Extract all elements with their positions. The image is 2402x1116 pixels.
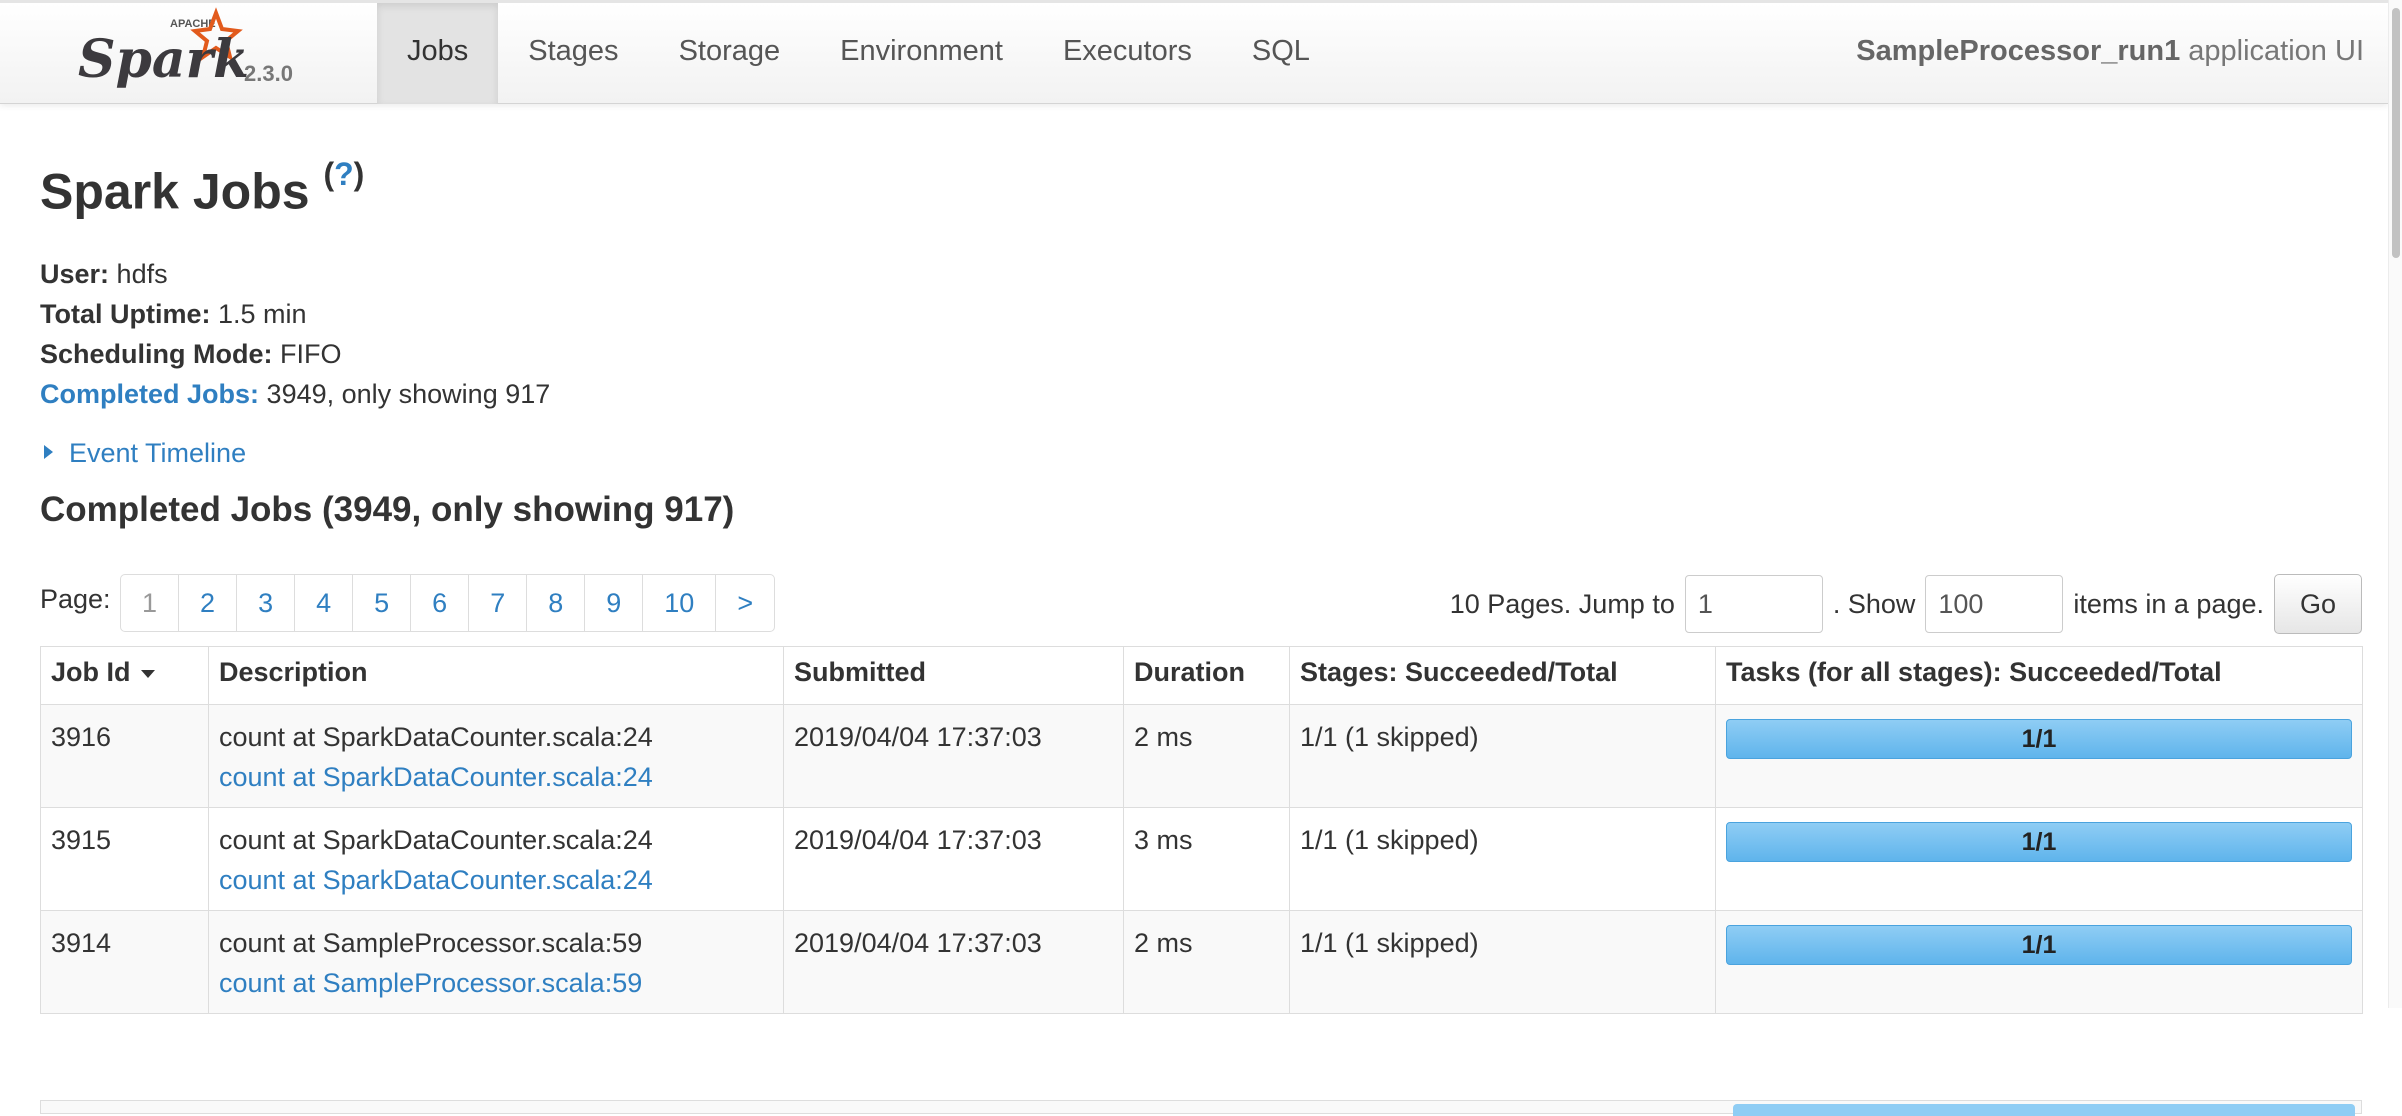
show-text: . Show [1832,588,1916,619]
page-link-10[interactable]: 10 [642,575,715,631]
next-page-link[interactable]: > [715,575,774,631]
uptime-value: 1.5 min [218,299,307,329]
page-link-1[interactable]: 1 [121,575,178,631]
completed-jobs-table: Job Id Description Submitted Duration St… [40,646,2363,1014]
svg-text:Spark: Spark [78,29,248,90]
page-title: Spark Jobs (?) [40,156,364,221]
completed-jobs-value: 3949, only showing 917 [266,379,551,409]
job-summary: User: hdfs Total Uptime: 1.5 min Schedul… [40,254,550,414]
event-timeline-toggle[interactable]: Event Timeline [40,438,246,469]
table-header-row: Job Id Description Submitted Duration St… [40,646,2363,705]
table-row-partial [40,1100,2362,1116]
pages-count-text: 10 Pages. Jump to [1449,588,1675,619]
header-job-id[interactable]: Job Id [40,646,209,705]
page-link-6[interactable]: 6 [410,575,468,631]
summary-scheduling: Scheduling Mode: FIFO [40,334,550,374]
job-id-cell: 3916 [40,704,209,808]
description-text: count at SampleProcessor.scala:59 [219,928,643,958]
submitted-cell: 2019/04/04 17:37:03 [783,807,1124,911]
pagination: 1 2 3 4 5 6 7 8 9 10 > [120,574,776,632]
page-link-4[interactable]: 4 [294,575,352,631]
tasks-progress-bar-partial [1733,1104,2355,1116]
header-stages[interactable]: Stages: Succeeded/Total [1289,646,1716,705]
description-cell: count at SparkDataCounter.scala:24 count… [208,704,784,808]
page-title-text: Spark Jobs [40,163,310,220]
table-row: 3916 count at SparkDataCounter.scala:24 … [40,704,2363,808]
tasks-cell: 1/1 [1715,704,2363,808]
summary-user: User: hdfs [40,254,550,294]
header-tasks[interactable]: Tasks (for all stages): Succeeded/Total [1715,646,2363,705]
header-description[interactable]: Description [208,646,784,705]
summary-completed: Completed Jobs: 3949, only showing 917 [40,374,550,414]
tasks-progress-bar: 1/1 [1726,719,2352,759]
page-label: Page: [40,584,111,614]
job-id-cell: 3915 [40,807,209,911]
event-timeline-label: Event Timeline [69,438,247,468]
job-detail-link[interactable]: count at SparkDataCounter.scala:24 [219,757,773,797]
jump-to-page-input[interactable] [1684,575,1823,633]
go-button[interactable]: Go [2274,574,2362,634]
page-link-7[interactable]: 7 [468,575,526,631]
stages-cell: 1/1 (1 skipped) [1289,910,1716,1014]
completed-jobs-heading[interactable]: Completed Jobs (3949, only showing 917) [40,490,734,530]
sort-desc-icon [140,669,155,678]
expand-arrow-icon [44,445,53,459]
user-value: hdfs [116,259,168,289]
tab-jobs[interactable]: Jobs [377,3,499,104]
help-link[interactable]: ? [334,156,354,192]
spark-logo-icon: APACHE Spark [78,7,248,90]
duration-cell: 3 ms [1123,807,1290,911]
tab-executors[interactable]: Executors [1033,3,1222,104]
description-text: count at SparkDataCounter.scala:24 [219,722,653,752]
uptime-label: Total Uptime: [40,299,211,329]
stages-cell: 1/1 (1 skipped) [1289,807,1716,911]
spark-version: 2.3.0 [244,61,293,86]
nav-tabs: Jobs Stages Storage Environment Executor… [377,3,1340,104]
description-cell: count at SparkDataCounter.scala:24 count… [208,807,784,911]
page-link-5[interactable]: 5 [352,575,410,631]
stages-cell: 1/1 (1 skipped) [1289,704,1716,808]
table-row: 3915 count at SparkDataCounter.scala:24 … [40,807,2363,911]
table-row: 3914 count at SampleProcessor.scala:59 c… [40,910,2363,1014]
page-link-3[interactable]: 3 [236,575,294,631]
tab-environment[interactable]: Environment [810,3,1033,104]
tab-sql[interactable]: SQL [1222,3,1340,104]
tab-storage[interactable]: Storage [649,3,811,104]
duration-cell: 2 ms [1123,910,1290,1014]
scrollbar-thumb[interactable] [2392,8,2400,258]
page-link-8[interactable]: 8 [526,575,584,631]
top-navbar: APACHE Spark 2.3.0 Jobs Stages Storage E… [0,0,2388,104]
header-duration[interactable]: Duration [1123,646,1290,705]
application-title: SampleProcessor_run1 application UI [1856,3,2364,104]
scheduling-label: Scheduling Mode: [40,339,273,369]
completed-jobs-link[interactable]: Completed Jobs: [40,379,259,409]
page-link-2[interactable]: 2 [178,575,236,631]
tasks-cell: 1/1 [1715,910,2363,1014]
page-link-9[interactable]: 9 [584,575,642,631]
summary-uptime: Total Uptime: 1.5 min [40,294,550,334]
page-size-input[interactable] [1925,575,2064,633]
description-text: count at SparkDataCounter.scala:24 [219,825,653,855]
tasks-progress-bar: 1/1 [1726,925,2352,965]
user-label: User: [40,259,110,289]
tasks-cell: 1/1 [1715,807,2363,911]
help-marker: (?) [323,156,365,192]
tasks-progress-bar: 1/1 [1726,822,2352,862]
app-name: SampleProcessor_run1 [1856,35,2181,67]
submitted-cell: 2019/04/04 17:37:03 [783,704,1124,808]
job-id-cell: 3914 [40,910,209,1014]
app-suffix: application UI [2188,35,2364,67]
spark-logo[interactable]: APACHE Spark 2.3.0 [78,7,318,103]
header-submitted[interactable]: Submitted [783,646,1124,705]
scheduling-value: FIFO [280,339,342,369]
description-cell: count at SampleProcessor.scala:59 count … [208,910,784,1014]
job-detail-link[interactable]: count at SampleProcessor.scala:59 [219,963,773,1003]
page-jump-form: 10 Pages. Jump to . Show items in a page… [1450,574,2362,634]
job-detail-link[interactable]: count at SparkDataCounter.scala:24 [219,860,773,900]
tab-stages[interactable]: Stages [498,3,648,104]
vertical-scrollbar[interactable] [2388,0,2402,1008]
items-per-page-text: items in a page. [2073,588,2264,619]
submitted-cell: 2019/04/04 17:37:03 [783,910,1124,1014]
duration-cell: 2 ms [1123,704,1290,808]
